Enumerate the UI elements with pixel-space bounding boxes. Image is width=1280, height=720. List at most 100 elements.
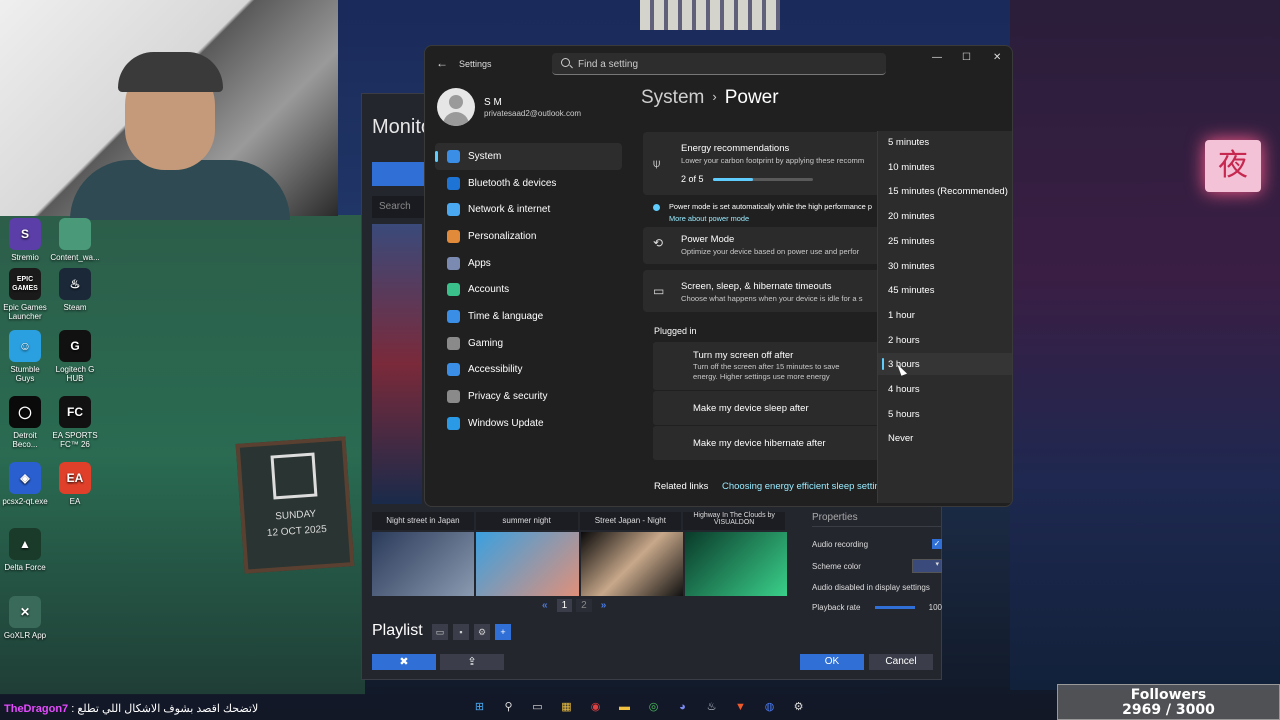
sidebar-item-time-language[interactable]: Time & language — [435, 303, 622, 330]
dropdown-option[interactable]: 5 hours — [878, 403, 1012, 425]
desktop-icon[interactable]: EPIC GAMES Epic Games Launcher — [0, 268, 50, 321]
info-icon — [653, 204, 660, 211]
avatar[interactable] — [437, 88, 475, 126]
desktop-icon[interactable]: ✕ GoXLR App — [0, 596, 50, 640]
dropdown-option[interactable]: 5 minutes — [878, 131, 1012, 153]
dropdown-option[interactable]: 2 hours — [878, 329, 1012, 351]
dropdown-option[interactable]: 45 minutes — [878, 279, 1012, 301]
we-save-button[interactable] — [372, 162, 432, 186]
we-thumbnail[interactable] — [476, 532, 579, 596]
desktop-icon[interactable]: EA EA — [50, 462, 100, 506]
screen-off-description: Turn off the screen after 15 minutes to … — [693, 362, 840, 381]
desktop-icon[interactable]: ◯ Detroit Beco... — [0, 396, 50, 449]
update-icon — [447, 416, 460, 430]
desktop-icon[interactable]: FC EA SPORTS FC™ 26 — [50, 396, 100, 449]
sleep-row[interactable]: Make my device sleep after — [653, 391, 883, 425]
steam-icon[interactable]: ♨ — [702, 698, 721, 717]
dropdown-option[interactable]: 15 minutes (Recommended) — [878, 180, 1012, 202]
energy-progress-bar — [713, 178, 813, 181]
sidebar-item-accounts[interactable]: Accounts — [435, 276, 622, 303]
settings-search-input[interactable]: Find a setting — [552, 53, 886, 75]
power-mode-info-link[interactable]: More about power mode — [669, 214, 749, 223]
close-icon[interactable]: ✕ — [993, 52, 1001, 63]
we-audio-recording-checkbox[interactable]: ✓ — [932, 539, 942, 549]
start-icon[interactable]: ⊞ — [470, 698, 489, 717]
we-prev-page-icon[interactable]: « — [537, 599, 553, 612]
we-ok-button[interactable]: OK — [800, 654, 864, 670]
we-playback-rate-row: Playback rate 100 — [812, 603, 942, 612]
energy-recommendations-card[interactable]: ⍦ Energy recommendations Lower your carb… — [643, 132, 883, 195]
we-page-1[interactable]: 1 — [556, 599, 573, 612]
sidebar-item-label: Personalization — [468, 230, 537, 242]
settings-icon[interactable]: ⚙ — [474, 624, 490, 640]
add-icon[interactable]: + — [495, 624, 511, 640]
sidebar-item-label: Time & language — [468, 310, 544, 322]
screen-off-row[interactable]: Turn my screen off after Turn off the sc… — [653, 342, 883, 390]
dropdown-option[interactable]: 25 minutes — [878, 230, 1012, 252]
app-icon: ▲ — [9, 528, 41, 560]
sidebar-item-system[interactable]: System — [435, 143, 622, 170]
breadcrumb-parent[interactable]: System — [641, 87, 704, 108]
sidebar-item-network-internet[interactable]: Network & internet — [435, 196, 622, 223]
leaf-icon: ⍦ — [653, 156, 661, 170]
sidebar-item-bluetooth-devices[interactable]: Bluetooth & devices — [435, 170, 622, 197]
sidebar-item-windows-update[interactable]: Windows Update — [435, 410, 622, 437]
dropdown-option[interactable]: 4 hours — [878, 378, 1012, 400]
webcam-person-cap — [118, 52, 223, 92]
we-thumbnail[interactable] — [372, 532, 475, 596]
we-remove-button[interactable]: ✖ — [372, 654, 436, 670]
we-playback-rate-slider[interactable] — [875, 606, 916, 609]
screen-record-icon[interactable]: ◍ — [760, 698, 779, 717]
folder-icon[interactable]: ▭ — [432, 624, 448, 640]
minimize-icon[interactable]: — — [932, 52, 942, 63]
apps-icon — [447, 256, 460, 270]
dropdown-option[interactable]: 10 minutes — [878, 156, 1012, 178]
sidebar-item-apps[interactable]: Apps — [435, 250, 622, 277]
we-page-2[interactable]: 2 — [576, 599, 592, 612]
we-upload-button[interactable]: ⇪ — [440, 654, 504, 670]
dropdown-option[interactable]: Never — [878, 427, 1012, 449]
settings-icon[interactable]: ⚙ — [789, 698, 808, 717]
desktop-icon[interactable]: S Stremio — [0, 218, 50, 262]
we-thumbnail[interactable] — [580, 532, 683, 596]
timeouts-card[interactable]: ▭ Screen, sleep, & hibernate timeouts Ch… — [643, 270, 883, 312]
brave-icon[interactable]: ▼ — [731, 698, 750, 717]
we-wallpaper-list[interactable] — [372, 224, 422, 504]
we-thumbnail[interactable] — [684, 532, 787, 596]
settings-titlebar: ← Settings Find a setting — ☐ ✕ — [425, 46, 1012, 80]
task-view-icon[interactable]: ▭ — [528, 698, 547, 717]
chrome-icon[interactable]: ◎ — [644, 698, 663, 717]
app-icon[interactable]: ◉ — [586, 698, 605, 717]
maximize-icon[interactable]: ☐ — [962, 52, 971, 63]
back-arrow-icon[interactable]: ← — [436, 56, 448, 70]
widgets-icon[interactable]: ▦ — [557, 698, 576, 717]
save-icon[interactable]: ▪ — [453, 624, 469, 640]
sidebar-item-personalization[interactable]: Personalization — [435, 223, 622, 250]
desktop-icon[interactable]: Content_wa... — [50, 218, 100, 262]
we-scheme-color-picker[interactable]: ▾ — [912, 559, 942, 573]
profile-email: privatesaad2@outlook.com — [484, 109, 582, 118]
energy-progress-fill — [713, 178, 753, 181]
desktop-icon[interactable]: G Logitech G HUB — [50, 330, 100, 383]
sidebar-item-accessibility[interactable]: Accessibility — [435, 357, 622, 384]
app-icon — [59, 218, 91, 250]
discord-icon[interactable]: ◕ — [673, 698, 692, 717]
desktop-icon[interactable]: ♨ Steam — [50, 268, 100, 312]
desktop-icon[interactable]: ◈ pcsx2-qt.exe — [0, 462, 50, 506]
we-next-page-icon[interactable]: » — [596, 599, 612, 612]
search-icon[interactable]: ⚲ — [499, 698, 518, 717]
dropdown-option[interactable]: 1 hour — [878, 304, 1012, 326]
sidebar-item-privacy-security[interactable]: Privacy & security — [435, 383, 622, 410]
related-link[interactable]: Choosing energy efficient sleep settings — [722, 481, 890, 492]
power-mode-card[interactable]: ⟲ Power Mode Optimize your device based … — [643, 227, 883, 264]
sidebar-item-gaming[interactable]: Gaming — [435, 330, 622, 357]
desktop-icon[interactable]: ☺ Stumble Guys — [0, 330, 50, 383]
file-explorer-icon[interactable]: ▬ — [615, 698, 634, 717]
we-cancel-button[interactable]: Cancel — [869, 654, 933, 670]
power-mode-icon: ⟲ — [653, 236, 664, 250]
dropdown-option[interactable]: 20 minutes — [878, 205, 1012, 227]
desktop-icon[interactable]: ▲ Delta Force — [0, 528, 50, 572]
hibernate-row[interactable]: Make my device hibernate after — [653, 426, 883, 460]
dropdown-option[interactable]: 30 minutes — [878, 255, 1012, 277]
we-search-input[interactable]: Search — [372, 196, 432, 218]
